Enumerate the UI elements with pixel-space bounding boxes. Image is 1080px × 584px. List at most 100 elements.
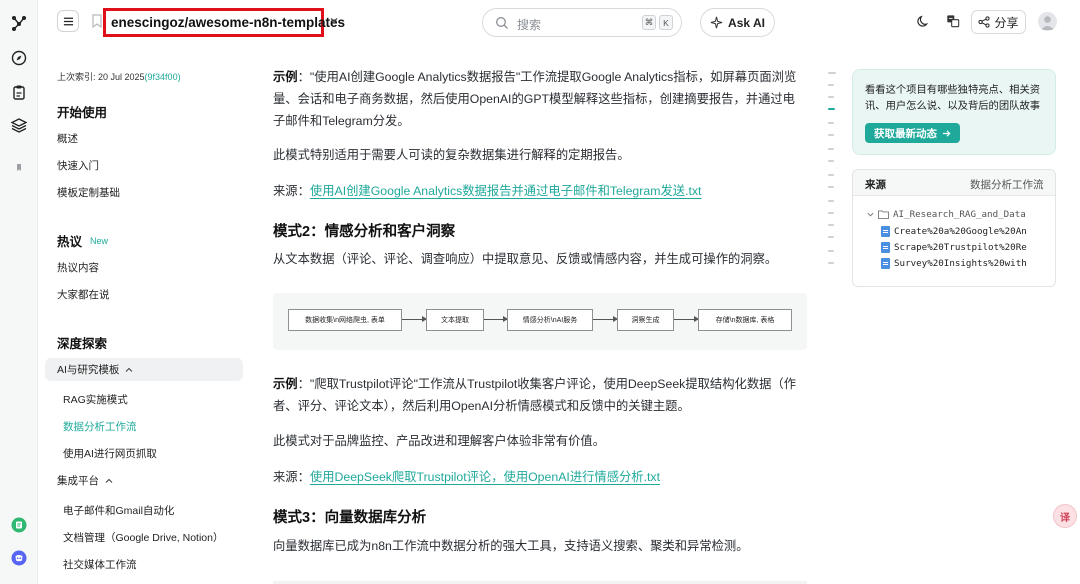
dark-mode-moon-icon[interactable] bbox=[916, 13, 932, 29]
diagram-node-storage: 存储\n数据库, 表格 bbox=[698, 309, 792, 331]
top-header: enescingoz/awesome-n8n-templates 搜索 ⌘ K … bbox=[38, 0, 1080, 44]
share-button[interactable]: 分享 bbox=[971, 10, 1026, 34]
sidebar-nav: 上次索引: 20 Jul 2025(9f34f00) 开始使用 概述 快速入门 … bbox=[38, 44, 253, 584]
sidebar-item-rag[interactable]: RAG实施模式 bbox=[63, 392, 128, 407]
floating-translate-button[interactable]: 译 bbox=[1053, 504, 1077, 528]
chevron-up-icon bbox=[105, 478, 113, 483]
diagram-arrow bbox=[593, 316, 618, 322]
group-label: 集成平台 bbox=[57, 475, 99, 487]
sidebar-item-template-basics[interactable]: 模板定制基础 bbox=[57, 185, 120, 200]
source-link-trustpilot[interactable]: 使用DeepSeek爬取Trustpilot评论，使用OpenAI进行情感分析.… bbox=[310, 470, 660, 484]
diagram-node-sentiment: 情感分析\nAI服务 bbox=[507, 309, 593, 331]
source-link-analytics[interactable]: 使用AI创建Google Analytics数据报告并通过电子邮件和Telegr… bbox=[310, 184, 702, 198]
user-icon bbox=[1041, 16, 1054, 30]
user-avatar[interactable] bbox=[1038, 12, 1057, 31]
get-latest-button[interactable]: 获取最新动态 bbox=[865, 123, 960, 143]
diagram-node-insight: 洞察生成 bbox=[617, 309, 674, 331]
sidebar-item-quickstart[interactable]: 快速入门 bbox=[57, 158, 99, 173]
sources-page-name: 数据分析工作流 bbox=[970, 179, 1044, 191]
file-name: Scrape%20Trustpilot%20Re bbox=[894, 242, 1027, 253]
chevron-down-icon[interactable] bbox=[329, 15, 339, 25]
main-content: 示例："使用AI创建Google Analytics数据报告"工作流提取Goog… bbox=[273, 44, 813, 584]
hamburger-icon bbox=[63, 17, 73, 25]
paragraph-periodic-report: 此模式特别适用于需要人可读的复杂数据集进行解释的定期报告。 bbox=[273, 148, 630, 162]
example-label: 示例 bbox=[273, 377, 298, 391]
search-icon bbox=[496, 17, 508, 29]
search-input[interactable]: 搜索 ⌘ K bbox=[482, 8, 682, 37]
icon-rail bbox=[0, 0, 38, 584]
discord-icon[interactable] bbox=[10, 549, 28, 567]
compass-icon[interactable] bbox=[10, 49, 28, 67]
example-paragraph-1: 示例："使用AI创建Google Analytics数据报告"工作流提取Goog… bbox=[273, 66, 807, 132]
shortcut-key-cmd: ⌘ bbox=[642, 15, 656, 30]
group-label: AI与研究模板 bbox=[57, 364, 120, 376]
sidebar-item-hot-content[interactable]: 热议内容 bbox=[57, 260, 99, 275]
clipboard-icon[interactable] bbox=[10, 83, 28, 101]
sidebar-item-data-analysis[interactable]: 数据分析工作流 bbox=[63, 419, 137, 434]
get-latest-label: 获取最新动态 bbox=[874, 127, 937, 140]
sidebar-item-overview[interactable]: 概述 bbox=[57, 131, 78, 146]
source-file[interactable]: Survey%20Insights%20with bbox=[881, 258, 1027, 269]
search-placeholder: 搜索 bbox=[517, 18, 542, 32]
paragraph-brand-monitoring: 此模式对于品牌监控、产品改进和理解客户体验非常有价值。 bbox=[273, 434, 606, 448]
section-hot-topics: 热议 New bbox=[57, 231, 108, 250]
file-name: Survey%20Insights%20with bbox=[894, 258, 1027, 269]
bookmark-icon[interactable] bbox=[91, 14, 103, 28]
ask-ai-button[interactable]: Ask AI bbox=[700, 8, 775, 37]
file-icon bbox=[881, 226, 890, 237]
sources-header: 来源 数据分析工作流 bbox=[853, 170, 1055, 196]
source-line-2: 来源：使用DeepSeek爬取Trustpilot评论，使用OpenAI进行情感… bbox=[273, 466, 807, 488]
sidebar-item-email-gmail[interactable]: 电子邮件和Gmail自动化 bbox=[63, 503, 174, 518]
folder-name: AI_Research_RAG_and_Data bbox=[893, 209, 1026, 220]
sidebar-item-community-talk[interactable]: 大家都在说 bbox=[57, 287, 110, 302]
last-index-date: 上次索引: 20 Jul 2025 bbox=[57, 72, 145, 82]
arrow-right-icon bbox=[942, 129, 951, 137]
paragraph-sentiment: 从文本数据（评论、评论、调查响应）中提取意见、反馈或情感内容，并生成可操作的洞察… bbox=[273, 252, 778, 266]
last-index-info: 上次索引: 20 Jul 2025(9f34f00) bbox=[57, 70, 181, 83]
menu-toggle-button[interactable] bbox=[57, 10, 79, 32]
sources-panel: 来源 数据分析工作流 AI_Research_RAG_and_Data Crea… bbox=[852, 169, 1056, 287]
layers-icon[interactable] bbox=[10, 116, 28, 134]
source-label: 来源： bbox=[273, 470, 310, 484]
app-green-icon[interactable] bbox=[10, 516, 28, 534]
share-icon bbox=[978, 16, 991, 28]
heading-pattern-2: 模式2：情感分析和客户洞察 bbox=[273, 224, 456, 240]
section-getting-started: 开始使用 bbox=[57, 106, 108, 120]
source-folder[interactable]: AI_Research_RAG_and_Data bbox=[867, 209, 1026, 220]
chevron-down-icon bbox=[867, 212, 874, 217]
promo-text: 看看这个项目有哪些独特亮点、相关资讯、用户怎么说、以及背后的团队故事 bbox=[865, 85, 1041, 112]
sidebar-item-web-scraping[interactable]: 使用AI进行网页抓取 bbox=[63, 446, 157, 461]
ask-ai-label: Ask AI bbox=[728, 15, 765, 30]
flow-diagram: 数据收集\n网络爬虫, 表单 文本提取 情感分析\nAI服务 洞察生成 存储\n… bbox=[273, 293, 807, 350]
promo-card: 看看这个项目有哪些独特亮点、相关资讯、用户怎么说、以及背后的团队故事 获取最新动… bbox=[852, 69, 1056, 155]
sidebar-item-social-media[interactable]: 社交媒体工作流 bbox=[63, 557, 137, 572]
repo-title-highlight[interactable]: enescingoz/awesome-n8n-templates bbox=[103, 8, 345, 37]
workflow-logo-icon[interactable] bbox=[10, 14, 28, 32]
commit-hash-link[interactable]: (9f34f00) bbox=[145, 72, 181, 82]
file-icon bbox=[881, 258, 890, 269]
chevron-up-icon bbox=[126, 367, 133, 372]
section-hot-topics-title: 热议 bbox=[57, 235, 83, 249]
section-deep-dive: 深度探索 bbox=[57, 337, 108, 351]
example-label: 示例 bbox=[273, 70, 298, 84]
heading-pattern-3: 模式3：向量数据库分析 bbox=[273, 510, 427, 526]
source-line-1: 来源：使用AI创建Google Analytics数据报告并通过电子邮件和Tel… bbox=[273, 180, 807, 202]
sidebar-item-document-mgmt[interactable]: 文档管理（Google Drive, Notion） bbox=[63, 530, 223, 545]
bookmark-small-icon[interactable] bbox=[10, 158, 28, 176]
source-file[interactable]: Scrape%20Trustpilot%20Re bbox=[881, 242, 1027, 253]
sparkle-icon bbox=[710, 16, 723, 29]
new-badge: New bbox=[90, 235, 109, 246]
diagram-arrow bbox=[402, 316, 427, 322]
translate-icon[interactable] bbox=[945, 13, 961, 29]
source-file[interactable]: Create%20a%20Google%20An bbox=[881, 226, 1027, 237]
diagram-arrow bbox=[674, 316, 699, 322]
folder-icon bbox=[878, 210, 889, 219]
sidebar-group-ai-research[interactable]: AI与研究模板 bbox=[45, 358, 243, 381]
file-icon bbox=[881, 242, 890, 253]
file-name: Create%20a%20Google%20An bbox=[894, 226, 1027, 237]
share-label: 分享 bbox=[994, 15, 1019, 30]
diagram-node-extract: 文本提取 bbox=[426, 309, 484, 331]
sidebar-group-integrations[interactable]: 集成平台 bbox=[45, 469, 243, 492]
example-text: ："使用AI创建Google Analytics数据报告"工作流提取Google… bbox=[273, 70, 797, 128]
sources-title: 来源 bbox=[865, 179, 886, 191]
